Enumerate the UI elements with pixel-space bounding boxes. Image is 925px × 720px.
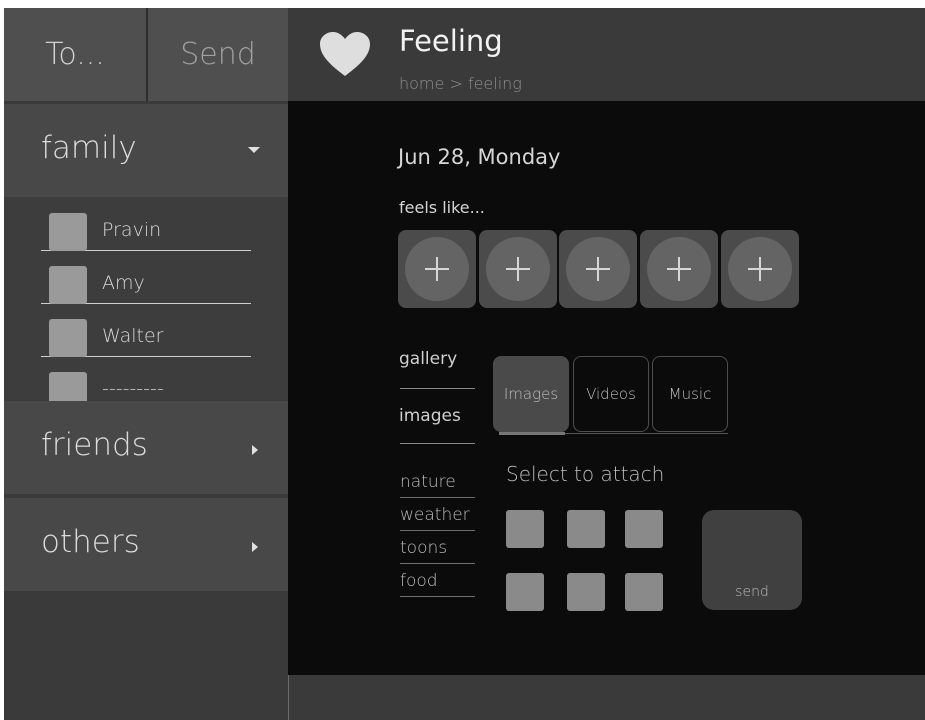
contact-checkbox[interactable] bbox=[49, 372, 87, 401]
menu-toons-label: toons bbox=[400, 538, 448, 558]
send-attachment-label: send bbox=[735, 584, 769, 600]
attach-thumbnail[interactable] bbox=[506, 510, 544, 548]
contact-name: Amy bbox=[102, 272, 145, 294]
feel-slot[interactable] bbox=[721, 230, 799, 308]
menu-food-label: food bbox=[400, 571, 438, 591]
menu-weather[interactable]: weather bbox=[400, 498, 475, 531]
plus-icon bbox=[647, 237, 711, 301]
caret-right-icon bbox=[252, 445, 258, 455]
caret-down-icon bbox=[248, 147, 260, 153]
tab-active-indicator bbox=[499, 432, 565, 435]
tab-music[interactable]: Music bbox=[652, 356, 728, 432]
breadcrumb: home > feeling bbox=[399, 74, 522, 93]
menu-toons[interactable]: toons bbox=[400, 531, 475, 564]
sidebar: To... Send family Pravin Amy Walter ----… bbox=[4, 8, 288, 720]
bottom-bar bbox=[288, 675, 925, 720]
menu-nature[interactable]: nature bbox=[400, 465, 475, 498]
bottom-divider bbox=[288, 675, 289, 720]
attach-thumbnail[interactable] bbox=[506, 573, 544, 611]
feels-like-label: feels like... bbox=[399, 198, 485, 217]
contact-name: --------- bbox=[102, 378, 164, 400]
menu-divider bbox=[400, 443, 475, 444]
plus-icon bbox=[405, 237, 469, 301]
app-window: To... Send family Pravin Amy Walter ----… bbox=[4, 8, 925, 720]
send-button[interactable]: Send bbox=[148, 8, 288, 101]
attach-label: Select to attach bbox=[506, 462, 665, 486]
menu-gallery[interactable]: gallery bbox=[399, 349, 457, 369]
contact-checkbox[interactable] bbox=[49, 266, 87, 304]
group-family[interactable]: family bbox=[4, 104, 288, 197]
contact-name: Pravin bbox=[102, 219, 162, 241]
group-others[interactable]: others bbox=[4, 498, 288, 591]
group-others-label: others bbox=[41, 524, 140, 560]
page-title: Feeling bbox=[399, 24, 503, 58]
caret-right-icon bbox=[252, 542, 258, 552]
contact-checkbox[interactable] bbox=[49, 213, 87, 251]
attach-thumbnail[interactable] bbox=[567, 573, 605, 611]
contact-item[interactable]: Walter bbox=[41, 303, 251, 357]
plus-icon bbox=[728, 237, 792, 301]
to-button[interactable]: To... bbox=[4, 8, 146, 101]
attach-thumbnail[interactable] bbox=[567, 510, 605, 548]
heart-icon bbox=[320, 32, 370, 76]
contact-item[interactable]: Amy bbox=[41, 250, 251, 304]
contact-name: Walter bbox=[102, 325, 164, 347]
tab-images[interactable]: Images bbox=[493, 356, 569, 432]
feel-slot[interactable] bbox=[479, 230, 557, 308]
menu-food[interactable]: food bbox=[400, 564, 475, 597]
header: Feeling home > feeling bbox=[288, 8, 925, 101]
group-family-label: family bbox=[41, 130, 137, 166]
menu-nature-label: nature bbox=[400, 472, 456, 492]
feel-slot[interactable] bbox=[640, 230, 718, 308]
date-label: Jun 28, Monday bbox=[398, 145, 561, 169]
plus-icon bbox=[486, 237, 550, 301]
contact-list: Pravin Amy Walter --------- bbox=[4, 197, 288, 401]
attach-thumbnail[interactable] bbox=[625, 510, 663, 548]
feel-slot[interactable] bbox=[398, 230, 476, 308]
menu-divider bbox=[400, 388, 475, 389]
group-friends-label: friends bbox=[41, 427, 148, 463]
plus-icon bbox=[566, 237, 630, 301]
contact-checkbox[interactable] bbox=[49, 319, 87, 357]
contact-item[interactable]: Pravin bbox=[41, 197, 251, 251]
group-friends[interactable]: friends bbox=[4, 401, 288, 494]
feel-slot[interactable] bbox=[559, 230, 637, 308]
contact-item[interactable]: --------- bbox=[41, 356, 251, 401]
menu-images[interactable]: images bbox=[399, 406, 461, 426]
send-attachment-button[interactable]: send bbox=[702, 510, 802, 610]
attach-thumbnail[interactable] bbox=[625, 573, 663, 611]
menu-weather-label: weather bbox=[400, 505, 470, 525]
tab-videos[interactable]: Videos bbox=[573, 356, 649, 432]
